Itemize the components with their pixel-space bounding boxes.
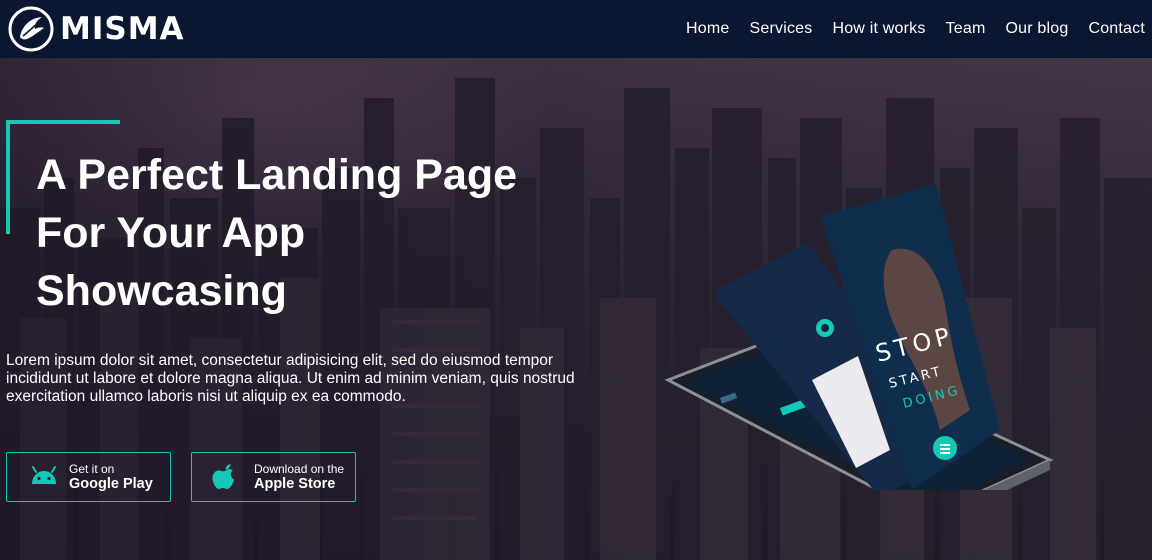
brand-home-link[interactable]: MISMA <box>8 6 185 52</box>
hero-title: A Perfect Landing Page For Your App Show… <box>36 146 596 320</box>
hero-title-line-2: For Your App <box>36 209 306 257</box>
google-play-button[interactable]: Get it on Google Play <box>6 452 171 502</box>
nav-services[interactable]: Services <box>750 20 813 38</box>
apple-store-big-label: Apple Store <box>254 475 336 492</box>
brand-name: MISMA <box>60 10 185 47</box>
top-navbar: MISMA Home Services How it works Team Ou… <box>0 0 1152 58</box>
hero-description: Lorem ipsum dolor sit amet, consectetur … <box>6 352 575 405</box>
google-play-text: Get it on Google Play <box>69 462 153 493</box>
nav-contact[interactable]: Contact <box>1088 20 1145 38</box>
apple-store-text: Download on the Apple Store <box>254 462 344 493</box>
phone-mockup-image: STOP START DOING <box>664 184 1054 490</box>
hero-section: A Perfect Landing Page For Your App Show… <box>0 58 1152 560</box>
nav-how-it-works[interactable]: How it works <box>832 20 925 38</box>
google-play-small-label: Get it on <box>69 461 115 476</box>
hero-title-line-3: Showcasing <box>36 267 287 315</box>
nav-team[interactable]: Team <box>946 20 986 38</box>
title-accent-left <box>6 120 10 234</box>
apple-store-button[interactable]: Download on the Apple Store <box>191 452 356 502</box>
android-icon <box>32 466 56 484</box>
nav-home[interactable]: Home <box>686 20 729 38</box>
title-accent-top <box>6 120 120 124</box>
nav-our-blog[interactable]: Our blog <box>1005 20 1068 38</box>
apple-icon <box>212 464 234 489</box>
brand-logo-icon <box>8 6 54 52</box>
apple-store-small-label: Download on the <box>254 461 345 476</box>
main-nav: Home Services How it works Team Our blog… <box>666 20 1145 38</box>
google-play-big-label: Google Play <box>69 475 153 492</box>
hero-title-line-1: A Perfect Landing Page <box>36 151 518 199</box>
